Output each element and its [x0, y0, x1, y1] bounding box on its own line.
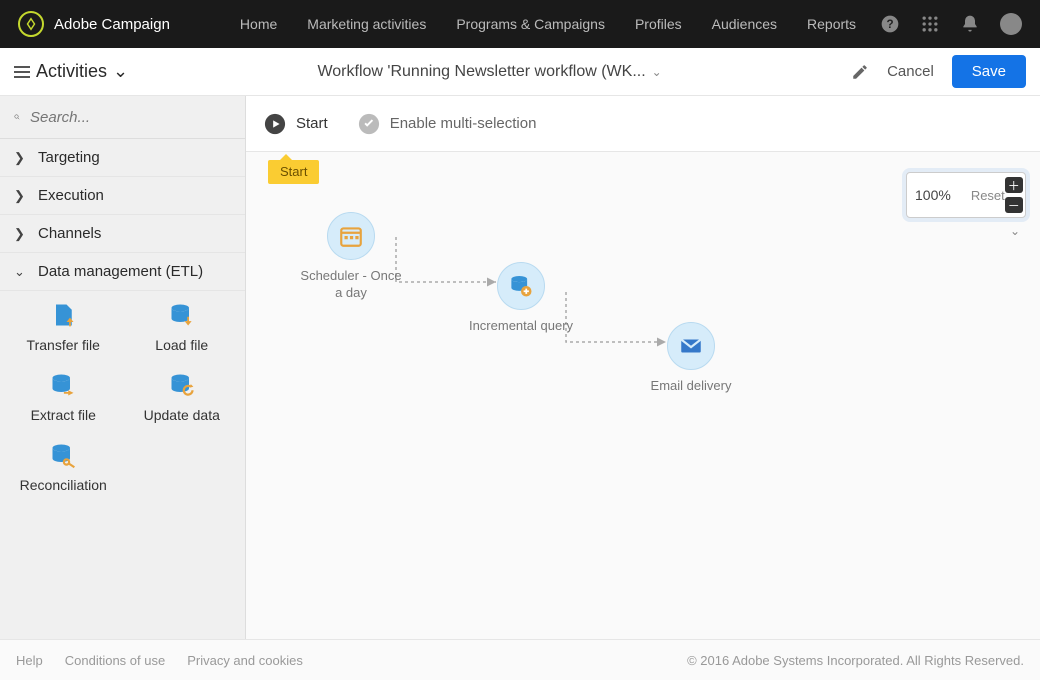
etl-label: Transfer file	[27, 337, 100, 353]
sidebar-cat-label: Data management (ETL)	[38, 263, 203, 280]
subheader: Activities ⌄ Workflow 'Running Newslette…	[0, 48, 1040, 96]
chevron-right-icon: ❯	[14, 188, 28, 204]
etl-label: Load file	[155, 337, 208, 353]
footer-conditions[interactable]: Conditions of use	[65, 653, 165, 668]
sidebar-cat-label: Targeting	[38, 149, 100, 166]
workflow-title-text: Workflow 'Running Newsletter workflow (W…	[317, 63, 645, 81]
node-email-delivery[interactable]: Email delivery	[636, 322, 746, 395]
start-badge: Start	[268, 160, 319, 184]
cancel-button[interactable]: Cancel	[887, 63, 934, 80]
save-button[interactable]: Save	[952, 55, 1026, 88]
chevron-right-icon: ❯	[14, 226, 28, 242]
node-label: Scheduler - Once a day	[296, 268, 406, 302]
etl-label: Extract file	[31, 407, 96, 423]
db-export-icon	[49, 371, 77, 399]
file-upload-icon	[49, 301, 77, 329]
db-key-icon	[49, 441, 77, 469]
nav-audiences[interactable]: Audiences	[712, 16, 777, 32]
sidebar-cat-label: Execution	[38, 187, 104, 204]
chevron-down-icon: ⌄	[652, 65, 662, 79]
node-incremental-query[interactable]: Incremental query	[466, 262, 576, 335]
multiselect-toggle[interactable]: Enable multi-selection	[358, 113, 537, 135]
workflow-canvas[interactable]: Start Scheduler - Once a day Incremental…	[246, 152, 1040, 639]
db-plus-icon	[497, 262, 545, 310]
zoom-collapse-icon[interactable]: ⌄	[1010, 224, 1020, 238]
sidebar: ❯ Targeting ❯ Execution ❯ Channels ⌄ Data ma…	[0, 96, 246, 639]
chevron-right-icon: ❯	[14, 150, 28, 166]
menu-icon	[14, 65, 30, 79]
scheduler-icon	[327, 212, 375, 260]
edit-icon[interactable]	[851, 63, 869, 81]
topnav-right: ?	[880, 13, 1022, 35]
node-scheduler[interactable]: Scheduler - Once a day	[296, 212, 406, 302]
zoom-control: 100% Reset ＋ －	[906, 172, 1026, 218]
avatar[interactable]	[1000, 13, 1022, 35]
footer-copyright: © 2016 Adobe Systems Incorporated. All R…	[687, 653, 1024, 668]
etl-label: Update data	[144, 407, 220, 423]
search-input[interactable]	[30, 109, 231, 126]
etl-reconciliation[interactable]: Reconciliation	[4, 441, 123, 493]
sidebar-cat-label: Channels	[38, 225, 101, 242]
top-nav: Adobe Campaign Home Marketing activities…	[0, 0, 1040, 48]
etl-activities: Transfer file Load file Extract file Upd…	[0, 291, 245, 503]
node-label: Email delivery	[651, 378, 732, 395]
start-label: Start	[296, 115, 328, 132]
svg-text:?: ?	[886, 18, 893, 31]
main-area: Start Enable multi-selection Start Sched…	[246, 96, 1040, 639]
etl-transfer-file[interactable]: Transfer file	[4, 301, 123, 353]
bell-icon[interactable]	[960, 14, 980, 34]
nav-home[interactable]: Home	[240, 16, 277, 32]
logo-icon	[18, 11, 44, 37]
canvas-toolbar: Start Enable multi-selection	[246, 96, 1040, 152]
nav-marketing[interactable]: Marketing activities	[307, 16, 426, 32]
zoom-reset[interactable]: Reset	[971, 188, 1005, 203]
etl-label: Reconciliation	[20, 477, 107, 493]
nav-profiles[interactable]: Profiles	[635, 16, 682, 32]
sidebar-cat-execution[interactable]: ❯ Execution	[0, 177, 245, 215]
activities-dropdown[interactable]: Activities ⌄	[14, 61, 128, 82]
brand-logo[interactable]: Adobe Campaign	[18, 11, 170, 37]
workflow-title[interactable]: Workflow 'Running Newsletter workflow (W…	[317, 63, 661, 81]
brand-name: Adobe Campaign	[54, 16, 170, 33]
nav-programs[interactable]: Programs & Campaigns	[456, 16, 605, 32]
chevron-down-icon: ⌄	[113, 61, 128, 82]
chevron-down-icon: ⌄	[14, 264, 28, 280]
search-box[interactable]	[0, 96, 245, 139]
zoom-in-button[interactable]: ＋	[1005, 177, 1023, 193]
primary-nav: Home Marketing activities Programs & Cam…	[240, 16, 856, 32]
node-label: Incremental query	[469, 318, 573, 335]
apps-icon[interactable]	[920, 14, 940, 34]
sidebar-cat-targeting[interactable]: ❯ Targeting	[0, 139, 245, 177]
sidebar-cat-etl[interactable]: ⌄ Data management (ETL)	[0, 253, 245, 291]
check-circle-icon	[358, 113, 380, 135]
footer-privacy[interactable]: Privacy and cookies	[187, 653, 303, 668]
zoom-out-button[interactable]: －	[1005, 197, 1023, 213]
db-refresh-icon	[168, 371, 196, 399]
start-button[interactable]: Start	[264, 113, 328, 135]
help-icon[interactable]: ?	[880, 14, 900, 34]
zoom-percent: 100%	[915, 187, 951, 203]
nav-reports[interactable]: Reports	[807, 16, 856, 32]
activities-label: Activities	[36, 61, 107, 82]
footer: Help Conditions of use Privacy and cooki…	[0, 639, 1040, 680]
sidebar-cat-channels[interactable]: ❯ Channels	[0, 215, 245, 253]
footer-help[interactable]: Help	[16, 653, 43, 668]
etl-update-data[interactable]: Update data	[123, 371, 242, 423]
multiselect-label: Enable multi-selection	[390, 115, 537, 132]
etl-extract-file[interactable]: Extract file	[4, 371, 123, 423]
header-actions: Cancel Save	[851, 55, 1026, 88]
play-icon	[264, 113, 286, 135]
email-icon	[667, 322, 715, 370]
search-icon	[14, 108, 20, 126]
etl-load-file[interactable]: Load file	[123, 301, 242, 353]
db-download-icon	[168, 301, 196, 329]
